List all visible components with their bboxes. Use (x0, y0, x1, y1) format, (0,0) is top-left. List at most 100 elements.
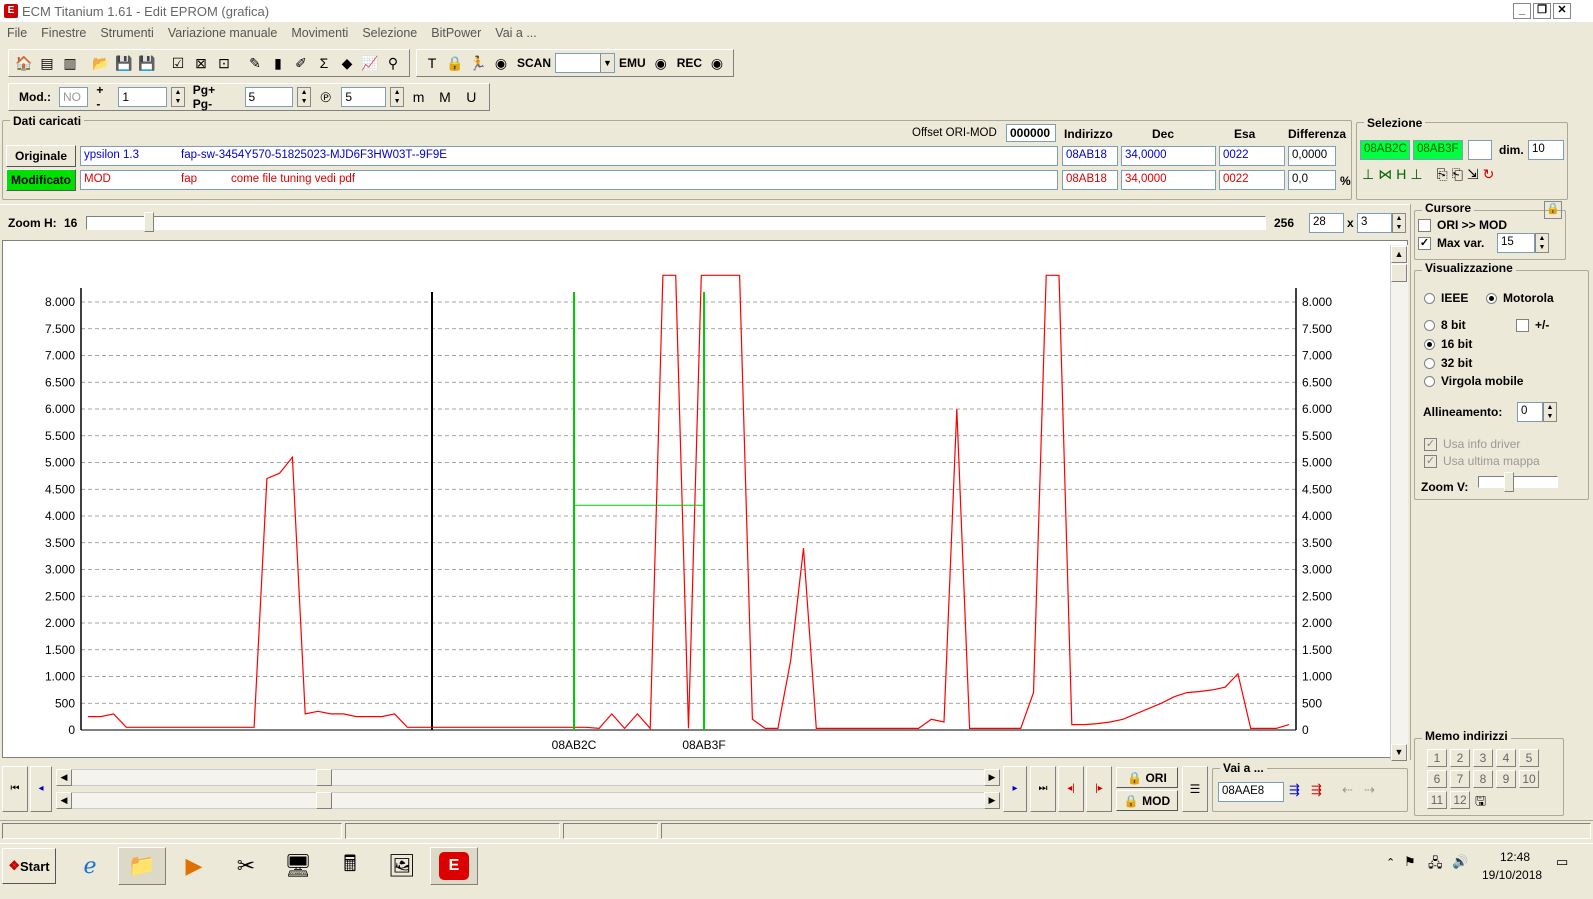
bit32-option[interactable]: 32 bit (1424, 356, 1472, 370)
allineamento-field[interactable]: 0 (1517, 402, 1543, 422)
select-start-icon[interactable]: ⊥ (1362, 166, 1374, 183)
mod-field[interactable]: NO (59, 87, 89, 107)
scroll-up-button[interactable]: ▲ (1391, 246, 1407, 263)
close-button[interactable]: ✕ (1553, 3, 1571, 19)
ori-mod-checkbox[interactable] (1418, 218, 1431, 232)
selezione-start-field[interactable]: 08AB2C (1360, 140, 1410, 160)
zoom-h-slider[interactable] (86, 216, 1266, 230)
menu-finestre[interactable]: Finestre (34, 26, 93, 40)
panel-icon[interactable]: ▥ (59, 52, 81, 74)
signed-checkbox[interactable] (1516, 318, 1529, 332)
pg-spinner[interactable]: ▲ ▼ (297, 87, 311, 107)
copy-selection-icon[interactable]: ⎘ (1437, 166, 1448, 183)
memo-button-5[interactable]: 5 (1519, 749, 1539, 767)
text-icon[interactable]: T (421, 52, 443, 74)
ieee-radio[interactable] (1424, 292, 1435, 304)
virgola-radio[interactable] (1424, 375, 1435, 387)
calculator-icon[interactable]: 🖩 (326, 847, 374, 885)
m-small-icon[interactable]: m (408, 86, 429, 108)
goto-ori-icon[interactable]: ⇶ (1289, 782, 1300, 798)
snipping-tool-icon[interactable]: ✂ (222, 847, 270, 885)
originale-info-field[interactable]: ypsilon 1.3 fap-sw-3454Y570-51825023-MJD… (80, 146, 1058, 166)
show-desktop-icon[interactable]: ▭ (1556, 854, 1568, 870)
bit16-option[interactable]: 16 bit (1424, 337, 1472, 351)
select-end-icon[interactable]: ⊥ (1410, 166, 1422, 183)
modificato-info-field[interactable]: MOD fap come file tuning vedi pdf (80, 170, 1058, 190)
allineamento-spinner[interactable]: ▲ ▼ (1543, 402, 1557, 422)
signed-option[interactable]: +/- (1516, 318, 1549, 332)
file-explorer-icon[interactable]: 📁 (118, 847, 166, 885)
lock-icon[interactable]: 🔒 (444, 52, 466, 74)
ieee-option[interactable]: IEEE (1424, 291, 1468, 305)
motorola-option[interactable]: Motorola (1486, 291, 1554, 305)
terminal-icon[interactable]: 🖥 (274, 847, 322, 885)
bit32-radio[interactable] (1424, 357, 1435, 369)
mod-horizontal-scrollbar[interactable] (56, 792, 1000, 809)
originale-dec[interactable]: 34,0000 (1121, 146, 1216, 166)
ori-scroll-thumb[interactable] (316, 769, 332, 786)
internet-explorer-icon[interactable]: ℯ (66, 847, 114, 885)
menu-movimenti[interactable]: Movimenti (284, 26, 355, 40)
emu-dot-icon[interactable]: ◉ (650, 52, 672, 74)
selezione-end-field[interactable]: 08AB3F (1413, 140, 1463, 160)
virgola-option[interactable]: Virgola mobile (1424, 374, 1523, 388)
chart-vertical-scrollbar[interactable] (1390, 245, 1408, 760)
mod-scroll-thumb[interactable] (316, 792, 332, 809)
zoom-spinner[interactable]: ▲ ▼ (1392, 213, 1406, 233)
max-var-option[interactable]: ✓ Max var. (1418, 236, 1484, 250)
tray-time[interactable]: 12:48 (1500, 850, 1530, 864)
windows-icon[interactable]: ▤ (36, 52, 58, 74)
zoom-v-thumb[interactable] (1504, 472, 1514, 492)
list-view-button[interactable]: ☰ (1182, 766, 1208, 812)
originale-esa[interactable]: 0022 (1219, 146, 1285, 166)
record-dot-icon[interactable]: ◉ (490, 52, 512, 74)
modificato-button[interactable]: Modificato (6, 169, 76, 191)
originale-differenza[interactable]: 0,0000 (1288, 146, 1336, 166)
plusminus-spinner[interactable]: ▲ ▼ (171, 87, 185, 107)
memo-button-9[interactable]: 9 (1496, 770, 1516, 788)
zoom-v-slider[interactable] (1478, 476, 1558, 488)
open-folder-icon[interactable]: 📂 (90, 52, 112, 74)
max-var-checkbox[interactable]: ✓ (1418, 236, 1431, 250)
max-var-field[interactable]: 15 (1497, 233, 1535, 253)
bit16-radio[interactable] (1424, 338, 1435, 350)
export-selection-icon[interactable]: ⇲ (1467, 166, 1479, 183)
motorola-radio[interactable] (1486, 292, 1497, 304)
max-var-spinner[interactable]: ▲ ▼ (1535, 233, 1549, 253)
tray-network-icon[interactable]: 🖧 (1428, 854, 1443, 876)
ecm-titanium-taskbar-icon[interactable]: E (430, 847, 478, 885)
prev-diff-button[interactable]: ◂| (1058, 766, 1084, 812)
memo-button-6[interactable]: 6 (1427, 770, 1447, 788)
modificato-differenza[interactable]: 0,0 (1288, 170, 1336, 190)
save-icon[interactable]: 💾 (113, 52, 135, 74)
restore-button[interactable]: ❐ (1533, 3, 1551, 19)
memo-button-4[interactable]: 4 (1496, 749, 1516, 767)
modificato-dec[interactable]: 34,0000 (1121, 170, 1216, 190)
memo-button-8[interactable]: 8 (1473, 770, 1493, 788)
scroll-down-button[interactable]: ▼ (1391, 744, 1407, 761)
ori-mod-option[interactable]: ORI >> MOD (1418, 218, 1507, 232)
minimize-button[interactable]: _ (1513, 3, 1531, 19)
data-chart[interactable]: 0 0 500 500 1.000 1.000 1.500 1.500 2.000 2.000 2.… (3, 241, 1389, 757)
plusminus-field[interactable]: 1 (118, 87, 168, 107)
memo-button-1[interactable]: 1 (1427, 749, 1447, 767)
save-as-icon[interactable]: 💾 (136, 52, 158, 74)
zoom-w-field[interactable]: 28 (1309, 213, 1344, 233)
reset-selection-icon[interactable]: ↻ (1483, 166, 1495, 183)
mod-scroll-right-button[interactable]: ▶ (984, 792, 1000, 809)
pg-field[interactable]: 5 (244, 87, 294, 107)
dim-field[interactable]: 10 (1528, 140, 1564, 160)
chart-icon[interactable]: 📈 (359, 52, 381, 74)
tag-icon[interactable]: ⊡ (213, 52, 235, 74)
media-player-icon[interactable]: ▶ (170, 847, 218, 885)
first-page-button[interactable]: ⏮ (2, 766, 28, 812)
tray-expand-icon[interactable]: ⌃ (1386, 856, 1395, 869)
p-icon[interactable]: ℗ (315, 86, 336, 108)
ori-scroll-right-button[interactable]: ▶ (984, 769, 1000, 786)
offset-field[interactable]: 000000 (1006, 124, 1056, 142)
shapes-icon[interactable]: ◆ (336, 52, 358, 74)
compare-icon[interactable]: ⊠ (190, 52, 212, 74)
ori-scroll-left-button[interactable]: ◀ (56, 769, 72, 786)
originale-indirizzo[interactable]: 08AB18 (1062, 146, 1118, 166)
menu-file[interactable]: File (0, 26, 34, 40)
